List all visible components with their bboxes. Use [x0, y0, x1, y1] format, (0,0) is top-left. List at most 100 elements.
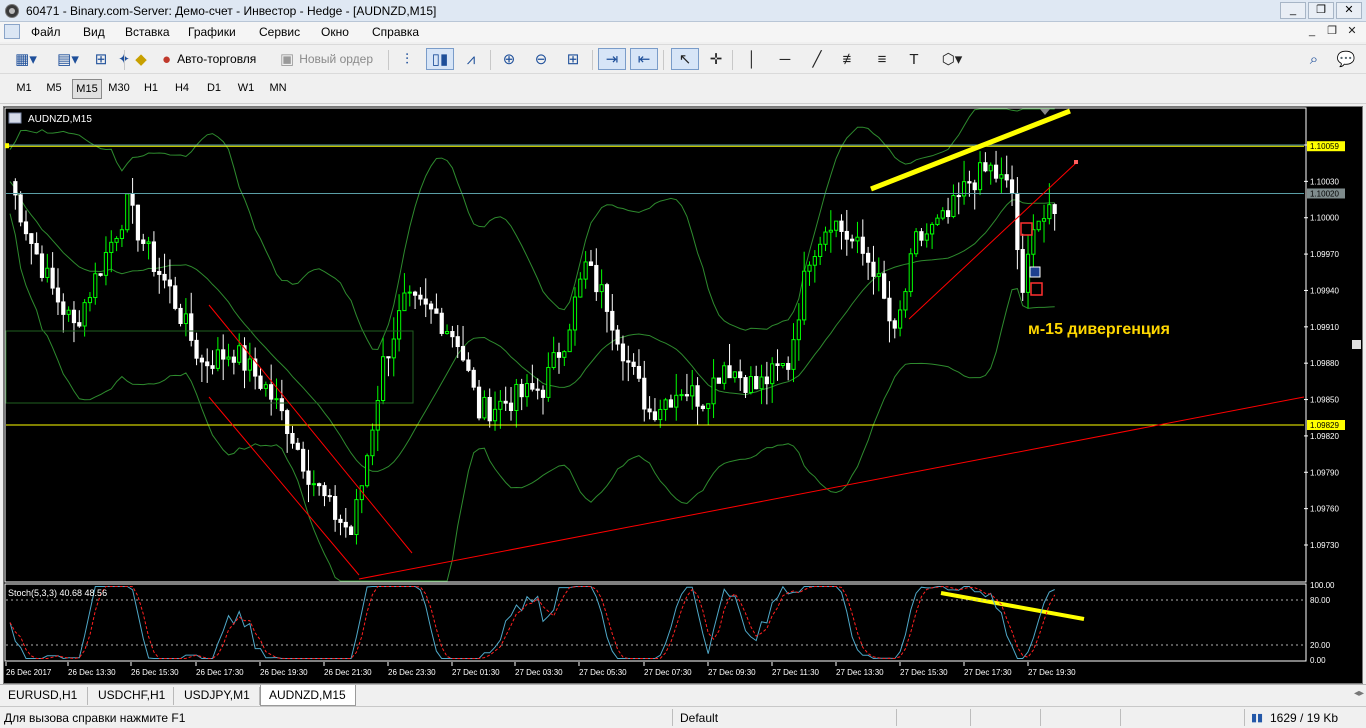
crosshair-icon[interactable]: ✛ — [704, 48, 728, 70]
fibo-fan-icon[interactable]: ≡ — [870, 48, 894, 70]
candle-body — [66, 309, 71, 315]
tab-usdchf-h1[interactable]: USDCHF,H1 — [90, 687, 174, 705]
cursor-icon[interactable]: ↖ — [671, 48, 699, 70]
trendline-icon[interactable]: ╱ — [805, 48, 829, 70]
candle-body — [567, 329, 572, 353]
candle-body — [951, 195, 956, 218]
candle-body — [924, 233, 929, 241]
candle-body — [503, 400, 508, 404]
candle-body — [381, 356, 386, 402]
candle-body — [29, 233, 34, 244]
chart-shift-icon[interactable]: ⇤ — [630, 48, 658, 70]
candle-body — [418, 294, 423, 300]
tab-usdjpy-m1[interactable]: USDJPY,M1 — [176, 687, 260, 705]
tile-icon[interactable]: ⊞ — [561, 48, 585, 70]
candle-body — [375, 400, 380, 431]
autotrade-button[interactable]: ● Авто-торговля — [162, 48, 272, 70]
main-toolbar: ▦▾ ▤▾ ⊞ ✦ ◆ ● Авто-торговля ▣ Новый орде… — [0, 44, 1366, 74]
menu-bar: Файл Вид Вставка Графики Сервис Окно Спр… — [0, 22, 1366, 42]
menu-file[interactable]: Файл — [31, 25, 61, 39]
line-chart-icon[interactable]: ⩘ — [459, 48, 483, 70]
status-traffic: 1629 / 19 Kb — [1270, 711, 1339, 725]
close-button[interactable]: ✕ — [1336, 2, 1362, 19]
candle-body — [173, 285, 178, 309]
autoscroll-icon[interactable]: ⇥ — [598, 48, 626, 70]
fibo-icon[interactable]: ≢ — [837, 48, 863, 70]
market-watch-icon[interactable]: ⊞ — [90, 48, 112, 70]
zoom-in-icon[interactable]: ⊕ — [497, 48, 521, 70]
tf-d1[interactable]: D1 — [200, 79, 228, 99]
candle-body — [690, 385, 695, 397]
stoch-tick-label: 20.00 — [1310, 641, 1331, 650]
tf-m1[interactable]: M1 — [10, 79, 38, 99]
mdi-close-button[interactable]: ✕ — [1344, 24, 1360, 39]
candle-body — [428, 303, 434, 310]
candle-body — [647, 408, 652, 413]
menu-insert[interactable]: Вставка — [125, 25, 170, 39]
stoch-tick-label: 100.00 — [1310, 581, 1335, 590]
menu-charts[interactable]: Графики — [188, 25, 236, 39]
menu-view[interactable]: Вид — [83, 25, 105, 39]
minimize-button[interactable]: _ — [1280, 2, 1306, 19]
candle-body — [157, 270, 162, 275]
tf-m30[interactable]: M30 — [104, 79, 134, 99]
mdi-restore-button[interactable]: ❐ — [1324, 24, 1340, 39]
chart-canvas[interactable]: 1.100601.100301.100001.099701.099401.099… — [4, 107, 1362, 683]
new-order-button[interactable]: ▣ Новый ордер — [280, 48, 380, 70]
candle-body — [18, 194, 23, 223]
scale-fix-handle[interactable] — [1352, 340, 1361, 349]
chat-icon[interactable]: 💬 — [1333, 48, 1359, 70]
candle-body — [210, 365, 215, 369]
bar-chart-icon[interactable]: ⫶ — [395, 48, 419, 70]
tab-audnzd-m15[interactable]: AUDNZD,M15 — [260, 685, 356, 706]
vline-icon[interactable]: │ — [740, 48, 764, 70]
price-tick-label: 1.10000 — [1310, 214, 1339, 223]
tab-eurusd-h1[interactable]: EURUSD,H1 — [0, 687, 88, 705]
search-icon[interactable]: ⌕ — [1302, 48, 1326, 70]
price-tick-label: 1.09790 — [1310, 468, 1339, 477]
tf-w1[interactable]: W1 — [232, 79, 260, 99]
candle-body — [786, 363, 791, 370]
menu-tools[interactable]: Сервис — [259, 25, 300, 39]
tf-mn[interactable]: MN — [264, 79, 292, 99]
text-icon[interactable]: T — [902, 48, 926, 70]
tab-scroll-arrows[interactable]: ◂▸ — [1354, 688, 1364, 699]
candle-body — [620, 343, 626, 362]
candle-body — [1036, 220, 1041, 231]
candle-body — [311, 483, 316, 486]
candle-body — [231, 356, 236, 363]
time-tick-label: 27 Dec 13:30 — [836, 668, 884, 677]
menu-window[interactable]: Окно — [321, 25, 349, 39]
candle-body — [349, 526, 354, 536]
candle-chart-icon[interactable]: ▯▮ — [426, 48, 454, 70]
time-tick-label: 27 Dec 15:30 — [900, 668, 948, 677]
menu-help[interactable]: Справка — [372, 25, 419, 39]
time-tick-label: 27 Dec 05:30 — [579, 668, 627, 677]
chart-window[interactable]: 1.100601.100301.100001.099701.099401.099… — [3, 106, 1363, 684]
candle-body — [556, 352, 562, 358]
stoch-indicator-label: Stoch(5,3,3) 40.68 48.56 — [8, 588, 107, 598]
candle-body — [167, 279, 173, 287]
mdi-minimize-button[interactable]: _ — [1304, 24, 1320, 39]
candle-body — [764, 376, 769, 385]
candle-body — [663, 399, 668, 410]
candle-body — [892, 320, 897, 329]
tf-h4[interactable]: H4 — [168, 79, 196, 99]
market-icon[interactable]: ◆ — [130, 48, 152, 70]
tf-m5[interactable]: M5 — [40, 79, 68, 99]
tf-m15[interactable]: M15 — [72, 79, 102, 99]
candle-body — [540, 389, 546, 398]
candle-body — [194, 339, 199, 359]
price-tick-label: 1.09820 — [1310, 432, 1339, 441]
shapes-icon[interactable]: ⬡▾ — [934, 48, 970, 70]
hline-icon[interactable]: ─ — [773, 48, 797, 70]
candle-body — [269, 384, 274, 400]
tf-h1[interactable]: H1 — [137, 79, 165, 99]
candle-body — [492, 408, 498, 422]
price-tick-label: 1.09940 — [1310, 286, 1339, 295]
new-chart-icon[interactable]: ▦▾ — [8, 48, 44, 70]
candle-body — [583, 261, 588, 280]
profiles-icon[interactable]: ▤▾ — [50, 48, 86, 70]
maximize-button[interactable]: ❐ — [1308, 2, 1334, 19]
zoom-out-icon[interactable]: ⊖ — [529, 48, 553, 70]
